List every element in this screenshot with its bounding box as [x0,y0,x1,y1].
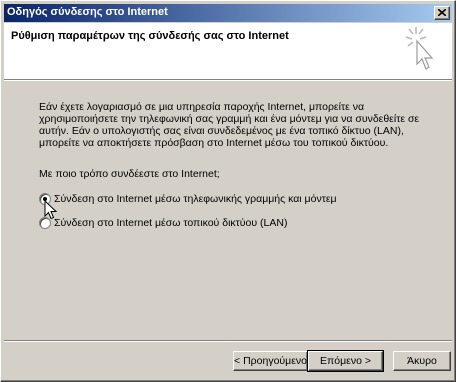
wizard-sparkle-cursor-icon [405,27,434,70]
close-button[interactable] [434,6,450,20]
wizard-header: Ρύθμιση παραμέτρων της σύνδεσής σας στο … [4,23,452,79]
window-title: Οδηγός σύνδεσης στο Internet [7,6,168,18]
radio-label-lan[interactable]: Σύνδεση στο Internet μέσω τοπικού δικτύο… [54,217,287,229]
description-text: Εάν έχετε λογαριασμό σε μια υπηρεσία παρ… [39,101,420,149]
title-bar[interactable]: Οδηγός σύνδεσης στο Internet [4,4,452,22]
radio-option-dialup[interactable]: Σύνδεση στο Internet μέσω τηλεφωνικής γρ… [39,193,337,205]
back-button[interactable]: < Προηγούμενο [233,351,308,371]
mouse-pointer-icon [44,200,58,220]
header-divider [4,79,452,81]
page-title: Ρύθμιση παραμέτρων της σύνδεσής σας στο … [11,30,289,42]
next-button[interactable]: Επόμενο > [307,350,384,372]
cancel-button[interactable]: Άκυρο [393,351,451,371]
footer-divider [4,340,452,342]
connection-question: Με ποιο τρόπο συνδέεστε στο Internet; [39,168,220,180]
radio-label-dialup[interactable]: Σύνδεση στο Internet μέσω τηλεφωνικής γρ… [54,193,337,205]
close-icon [438,9,446,16]
wizard-window: Οδηγός σύνδεσης στο Internet Ρύθμιση παρ… [0,0,456,382]
radio-option-lan[interactable]: Σύνδεση στο Internet μέσω τοπικού δικτύο… [39,217,287,229]
